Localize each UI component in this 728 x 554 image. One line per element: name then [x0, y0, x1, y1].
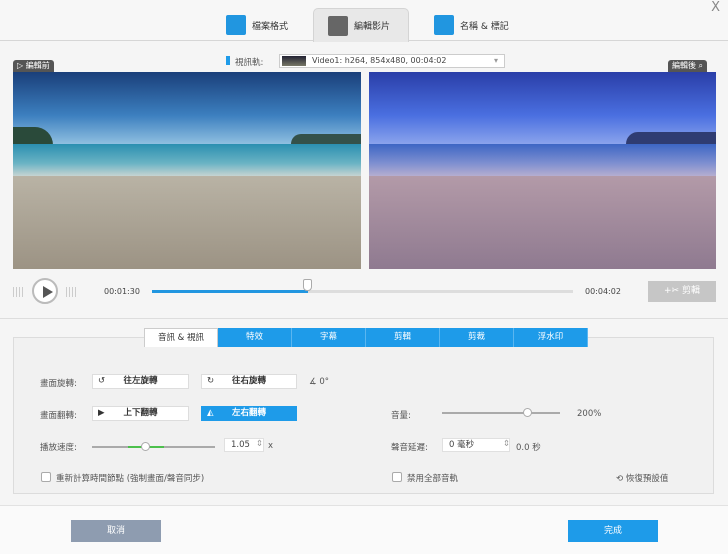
- sub-tabs: 音訊 & 視訊 特效 字幕 剪輯 剪裁 浮水印: [144, 328, 588, 347]
- disable-audio-label: 禁用全部音軌: [407, 474, 459, 484]
- flip-horizontal-button[interactable]: ◭ 左右翻轉: [201, 406, 297, 421]
- tab-effects[interactable]: 特效: [218, 328, 292, 347]
- spinner-icon[interactable]: ⇕: [256, 439, 263, 449]
- recalc-checkbox[interactable]: [41, 472, 51, 482]
- tab-audio-video[interactable]: 音訊 & 視訊: [144, 328, 218, 347]
- tab-name-tags[interactable]: 名稱 & 標記: [420, 8, 523, 42]
- flip-horizontal-icon: ◭: [207, 408, 214, 418]
- chevron-down-icon: ▾: [493, 56, 498, 65]
- drag-handle-right[interactable]: [66, 287, 76, 297]
- drag-handle-left[interactable]: [13, 287, 23, 297]
- recalc-label: 重新計算時間節點 (強制畫面/聲音同步): [56, 474, 205, 484]
- file-format-icon: [226, 15, 246, 35]
- delay-input[interactable]: 0 毫秒: [442, 438, 510, 452]
- delay-label: 聲音延遲:: [391, 443, 428, 453]
- scissors-icon: +✂: [664, 286, 680, 296]
- rotate-right-icon: ↻: [207, 376, 215, 386]
- volume-slider-knob[interactable]: [523, 408, 532, 417]
- track-thumbnail: [282, 56, 306, 66]
- rotate-left-icon: ↺: [98, 376, 106, 386]
- flip-vertical-icon: ▶: [98, 408, 105, 418]
- track-label: 視訊軌:: [235, 58, 264, 68]
- angle-readout: ∡ 0°: [309, 377, 329, 387]
- seek-progress: [152, 290, 308, 293]
- speed-label: 播放速度:: [40, 443, 77, 453]
- rotate-left-button[interactable]: ↺ 往左旋轉: [92, 374, 189, 389]
- current-time: 00:01:30: [104, 287, 140, 296]
- track-icon: [226, 56, 230, 65]
- play-button[interactable]: [32, 278, 58, 304]
- history-icon: ⟲: [616, 474, 624, 484]
- delay-spinner-icon[interactable]: ⇕: [503, 439, 510, 449]
- flip-label: 畫面翻轉:: [40, 411, 77, 421]
- disable-audio-checkbox[interactable]: [392, 472, 402, 482]
- seek-bar[interactable]: [152, 290, 573, 293]
- flip-vertical-button[interactable]: ▶ 上下翻轉: [92, 406, 189, 421]
- tab-watermark[interactable]: 浮水印: [514, 328, 588, 347]
- total-time: 00:04:02: [585, 287, 621, 296]
- volume-label: 音量:: [391, 411, 411, 421]
- reset-defaults-button[interactable]: ⟲ 恢復預設值: [616, 472, 668, 484]
- cut-button[interactable]: +✂ 剪輯: [648, 281, 716, 302]
- speed-slider[interactable]: [92, 446, 215, 448]
- before-label: ▷ 編輯前: [13, 60, 54, 72]
- cancel-button[interactable]: 取消: [71, 520, 161, 542]
- tag-edit-icon: [434, 15, 454, 35]
- rotate-right-button[interactable]: ↻ 往右旋轉: [201, 374, 297, 389]
- after-label[interactable]: 編輯後 ⌕: [668, 60, 708, 72]
- rotate-label: 畫面旋轉:: [40, 379, 77, 389]
- tab-edit-video[interactable]: 編輯影片: [313, 8, 409, 42]
- tab-crop[interactable]: 剪裁: [440, 328, 514, 347]
- preview-after: [369, 72, 716, 269]
- divider: [0, 318, 728, 319]
- speed-slider-knob[interactable]: [141, 442, 150, 451]
- volume-value: 200%: [577, 409, 602, 419]
- tab-trim[interactable]: 剪輯: [366, 328, 440, 347]
- seek-handle[interactable]: [303, 279, 312, 291]
- edit-video-icon: [328, 15, 348, 36]
- preview-before: [13, 72, 361, 269]
- zoom-icon: ⌕: [698, 61, 704, 70]
- close-button[interactable]: X: [711, 0, 720, 15]
- volume-slider[interactable]: [442, 412, 560, 414]
- delay-seconds: 0.0 秒: [516, 443, 541, 453]
- video-track-select[interactable]: Video1: h264, 854x480, 00:04:02 ▾: [279, 54, 505, 68]
- tab-subtitles[interactable]: 字幕: [292, 328, 366, 347]
- done-button[interactable]: 完成: [568, 520, 658, 542]
- angle-icon: ∡: [309, 377, 317, 387]
- tab-file-format[interactable]: 檔案格式: [212, 8, 302, 42]
- speed-unit: x: [268, 441, 274, 451]
